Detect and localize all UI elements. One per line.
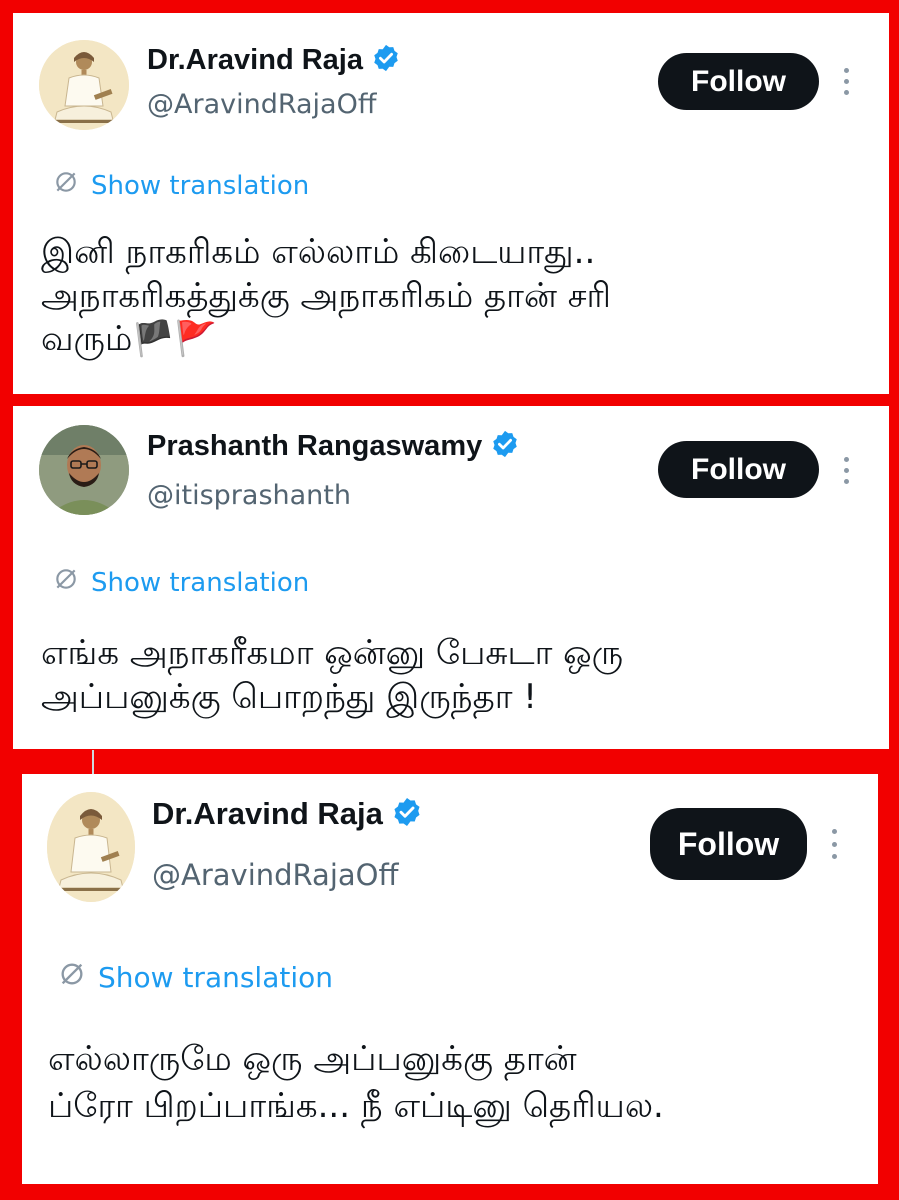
- saint-portrait-icon: [39, 40, 129, 130]
- more-options-icon[interactable]: [830, 829, 838, 859]
- tweet-line: இனி நாகரிகம் எல்லாம் கிடையாது..: [41, 232, 596, 272]
- translate-icon: [53, 169, 79, 202]
- name-row: Dr.Aravind Raja: [147, 43, 401, 77]
- man-with-glasses-icon: [39, 425, 129, 515]
- user-handle[interactable]: @AravindRajaOff: [152, 858, 398, 892]
- thread-connector: [92, 750, 94, 774]
- tweet-line: எல்லாருமே ஒரு அப்பனுக்கு தான்: [48, 1039, 577, 1079]
- post-card-2: Prashanth Rangaswamy @itisprashanth Foll…: [13, 406, 889, 749]
- post-card-3: Dr.Aravind Raja @AravindRajaOff Follow S…: [22, 774, 878, 1184]
- display-name[interactable]: Prashanth Rangaswamy: [147, 430, 482, 463]
- post-card-1: Dr.Aravind Raja @AravindRajaOff Follow S…: [13, 13, 889, 394]
- avatar[interactable]: [47, 792, 135, 902]
- tweet-line: எங்க அநாகரீகமா ஒன்னு பேசுடா ஒரு: [41, 633, 624, 673]
- translate-icon: [58, 960, 86, 995]
- more-options-icon[interactable]: [842, 457, 850, 484]
- user-handle[interactable]: @AravindRajaOff: [147, 89, 376, 120]
- show-translation-link[interactable]: Show translation: [58, 960, 333, 995]
- tweet-text: இனி நாகரிகம் எல்லாம் கிடையாது.. அநாகரிகத…: [41, 231, 611, 362]
- user-handle[interactable]: @itisprashanth: [147, 480, 351, 511]
- show-translation-label: Show translation: [98, 961, 334, 994]
- verified-badge-icon: [490, 429, 520, 463]
- tweet-line: வரும்🏴🚩: [41, 319, 218, 360]
- display-name[interactable]: Dr.Aravind Raja: [147, 44, 363, 77]
- tweet-line: அப்பனுக்கு பொறந்து இருந்தா !: [41, 676, 537, 717]
- name-row: Prashanth Rangaswamy: [147, 429, 520, 463]
- tweet-line: அநாகரிகத்துக்கு அநாகரிகம் தான் சரி: [41, 275, 612, 316]
- more-options-icon[interactable]: [842, 68, 850, 95]
- tweet-line: ப்ரோ பிறப்பாங்க... நீ எப்டினு தெரியல.: [48, 1085, 664, 1126]
- verified-badge-icon: [371, 43, 401, 77]
- name-row: Dr.Aravind Raja: [152, 796, 423, 832]
- tweet-text: எல்லாருமே ஒரு அப்பனுக்கு தான் ப்ரோ பிறப்…: [48, 1036, 664, 1130]
- display-name[interactable]: Dr.Aravind Raja: [152, 796, 383, 832]
- show-translation-label: Show translation: [91, 567, 310, 598]
- avatar[interactable]: [39, 40, 129, 130]
- saint-portrait-icon: [47, 792, 135, 902]
- avatar[interactable]: [39, 425, 129, 515]
- translate-icon: [53, 566, 79, 599]
- show-translation-link[interactable]: Show translation: [53, 169, 309, 202]
- follow-button[interactable]: Follow: [658, 53, 819, 110]
- show-translation-label: Show translation: [91, 170, 310, 201]
- tweet-text: எங்க அநாகரீகமா ஒன்னு பேசுடா ஒரு அப்பனுக்…: [41, 632, 623, 719]
- follow-button[interactable]: Follow: [650, 808, 807, 880]
- follow-button[interactable]: Follow: [658, 441, 819, 498]
- verified-badge-icon: [391, 796, 423, 832]
- show-translation-link[interactable]: Show translation: [53, 566, 309, 599]
